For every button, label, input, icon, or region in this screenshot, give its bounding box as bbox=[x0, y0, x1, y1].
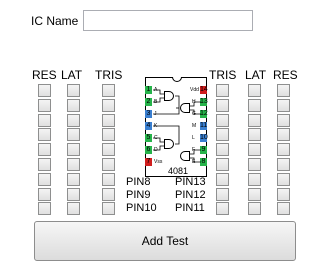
pin-label-pin11: PIN11 bbox=[175, 202, 205, 214]
checkbox-res-left[interactable] bbox=[38, 172, 51, 186]
checkbox-tris-left[interactable] bbox=[102, 98, 115, 112]
checkbox-tris-left[interactable] bbox=[102, 128, 115, 142]
checkbox-res-right[interactable] bbox=[277, 143, 290, 157]
header-tris-left: TRIS bbox=[95, 68, 123, 82]
checkbox-res-right[interactable] bbox=[277, 113, 290, 127]
checkbox-res-left[interactable] bbox=[38, 202, 51, 216]
checkbox-tris-right[interactable] bbox=[216, 98, 229, 112]
checkbox-lat-left[interactable] bbox=[67, 187, 80, 201]
gate-wiring bbox=[153, 89, 201, 163]
tris-right-column bbox=[216, 84, 229, 217]
checkbox-tris-right[interactable] bbox=[216, 157, 229, 171]
checkbox-lat-left[interactable] bbox=[67, 113, 80, 127]
checkbox-tris-right[interactable] bbox=[216, 84, 229, 97]
checkbox-lat-right[interactable] bbox=[248, 113, 261, 127]
checkbox-lat-left[interactable] bbox=[67, 172, 80, 186]
checkbox-res-left[interactable] bbox=[38, 157, 51, 171]
pin-label-pin13: PIN13 bbox=[175, 176, 206, 188]
lat-left-column bbox=[67, 84, 80, 217]
checkbox-res-right[interactable] bbox=[277, 172, 290, 186]
header-tris-right: TRIS bbox=[209, 68, 237, 82]
ic-name-label: IC Name bbox=[31, 14, 79, 28]
pin-label-pin12: PIN12 bbox=[175, 189, 206, 201]
header-res-right: RES bbox=[273, 68, 298, 82]
checkbox-res-right[interactable] bbox=[277, 128, 290, 142]
checkbox-tris-left[interactable] bbox=[102, 84, 115, 97]
add-test-button[interactable]: Add Test bbox=[34, 221, 296, 261]
checkbox-lat-left[interactable] bbox=[67, 143, 80, 157]
checkbox-lat-right[interactable] bbox=[248, 157, 261, 171]
checkbox-res-left[interactable] bbox=[38, 143, 51, 157]
header-res-left: RES bbox=[32, 68, 57, 82]
chip-part-number: 4081 bbox=[168, 166, 189, 176]
checkbox-lat-left[interactable] bbox=[67, 84, 80, 97]
checkbox-lat-right[interactable] bbox=[248, 202, 261, 216]
checkbox-tris-right[interactable] bbox=[216, 128, 229, 142]
and-gate-icon bbox=[180, 103, 190, 113]
tris-left-column bbox=[102, 84, 115, 217]
checkbox-res-right[interactable] bbox=[277, 202, 290, 216]
checkbox-lat-right[interactable] bbox=[248, 128, 261, 142]
checkbox-lat-left[interactable] bbox=[67, 98, 80, 112]
checkbox-tris-left[interactable] bbox=[102, 172, 115, 186]
checkbox-lat-right[interactable] bbox=[248, 98, 261, 112]
ic-chip-diagram: 1 2 3 4 5 6 7 A B J K C D Vss 14 13 12 1… bbox=[145, 77, 208, 177]
checkbox-lat-right[interactable] bbox=[248, 84, 261, 97]
checkbox-res-right[interactable] bbox=[277, 157, 290, 171]
and-gate-icon bbox=[164, 91, 174, 101]
checkbox-lat-left[interactable] bbox=[67, 157, 80, 171]
checkbox-res-left[interactable] bbox=[38, 128, 51, 142]
checkbox-tris-left[interactable] bbox=[102, 113, 115, 127]
checkbox-tris-right[interactable] bbox=[216, 202, 229, 216]
checkbox-tris-right[interactable] bbox=[216, 187, 229, 201]
lat-right-column bbox=[248, 84, 261, 217]
checkbox-res-right[interactable] bbox=[277, 84, 290, 97]
and-gate-icon bbox=[180, 151, 190, 161]
ic-name-input[interactable] bbox=[83, 10, 253, 31]
checkbox-res-left[interactable] bbox=[38, 187, 51, 201]
checkbox-tris-left[interactable] bbox=[102, 187, 115, 201]
checkbox-res-right[interactable] bbox=[277, 187, 290, 201]
pin-label-pin10: PIN10 bbox=[126, 202, 157, 214]
checkbox-tris-left[interactable] bbox=[102, 202, 115, 216]
checkbox-lat-left[interactable] bbox=[67, 128, 80, 142]
header-lat-right: LAT bbox=[245, 68, 267, 82]
checkbox-res-right[interactable] bbox=[277, 98, 290, 112]
checkbox-res-left[interactable] bbox=[38, 113, 51, 127]
checkbox-tris-left[interactable] bbox=[102, 143, 115, 157]
checkbox-tris-right[interactable] bbox=[216, 143, 229, 157]
checkbox-lat-right[interactable] bbox=[248, 143, 261, 157]
res-right-column bbox=[277, 84, 290, 217]
checkbox-res-left[interactable] bbox=[38, 84, 51, 97]
checkbox-tris-right[interactable] bbox=[216, 113, 229, 127]
pin-label-pin9: PIN9 bbox=[126, 189, 151, 201]
and-gate-icon bbox=[164, 139, 174, 149]
checkbox-lat-right[interactable] bbox=[248, 187, 261, 201]
checkbox-lat-right[interactable] bbox=[248, 172, 261, 186]
checkbox-lat-left[interactable] bbox=[67, 202, 80, 216]
checkbox-res-left[interactable] bbox=[38, 98, 51, 112]
pin-label-pin8: PIN8 bbox=[126, 176, 151, 188]
header-lat-left: LAT bbox=[61, 68, 83, 82]
checkbox-tris-left[interactable] bbox=[102, 157, 115, 171]
checkbox-tris-right[interactable] bbox=[216, 172, 229, 186]
res-left-column bbox=[38, 84, 51, 217]
